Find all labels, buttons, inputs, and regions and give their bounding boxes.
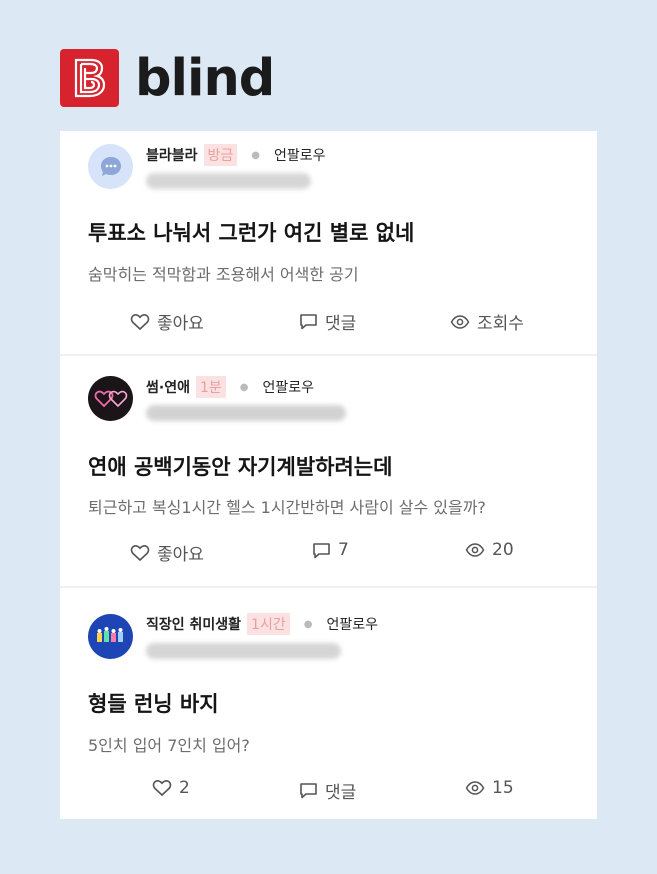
- post-item[interactable]: 썸·연애 1분 ● 언팔로우 연애 공백기동안 자기계발하려는데 퇴근하고 복싱…: [60, 356, 597, 586]
- channel-name[interactable]: 썸·연애: [146, 377, 190, 397]
- post-body[interactable]: 5인치 입어 7인치 입어?: [88, 732, 250, 756]
- views-label: 조회수: [477, 314, 524, 334]
- like-button[interactable]: 좋아요: [130, 309, 204, 334]
- blurred-author: [146, 643, 341, 659]
- channel-name[interactable]: 블라블라: [146, 145, 198, 165]
- comment-icon: [300, 314, 317, 330]
- comment-button[interactable]: 7: [312, 540, 349, 560]
- like-button[interactable]: 좋아요: [130, 540, 204, 565]
- hobby-figures-icon: [88, 614, 133, 659]
- views-label: 20: [492, 540, 514, 560]
- comment-button[interactable]: 댓글: [299, 778, 356, 803]
- unfollow-button[interactable]: 언팔로우: [326, 614, 378, 634]
- heart-icon: [130, 544, 150, 561]
- post-time: 1분: [195, 376, 226, 398]
- comment-icon: [300, 783, 317, 799]
- like-label: 좋아요: [157, 545, 204, 565]
- blind-logo-icon: [60, 49, 119, 107]
- feed-card: 블라블라 방금 ● 언팔로우 투표소 나눠서 그런가 여긴 별로 없네 숨막히는…: [60, 131, 597, 819]
- post-meta: 직장인 취미생활 1시간 ● 언팔로우: [146, 613, 378, 635]
- like-count: 2: [179, 778, 190, 798]
- blurred-author: [146, 405, 346, 421]
- separator-dot: ●: [303, 618, 313, 630]
- post-meta: 블라블라 방금 ● 언팔로우: [146, 144, 326, 166]
- heart-icon: [130, 313, 150, 330]
- post-item[interactable]: 블라블라 방금 ● 언팔로우 투표소 나눠서 그런가 여긴 별로 없네 숨막히는…: [60, 131, 597, 354]
- views-count: 15: [465, 778, 514, 798]
- app-name: blind: [135, 48, 275, 108]
- eye-icon: [465, 543, 485, 557]
- post-title[interactable]: 투표소 나눠서 그런가 여긴 별로 없네: [88, 217, 414, 247]
- comment-label: 댓글: [325, 783, 357, 803]
- channel-name[interactable]: 직장인 취미생활: [146, 614, 241, 634]
- like-button[interactable]: 2: [152, 778, 190, 798]
- post-title[interactable]: 형들 런닝 바지: [88, 688, 219, 718]
- post-body[interactable]: 숨막히는 적막함과 조용해서 어색한 공기: [88, 261, 359, 285]
- views-count: 조회수: [450, 309, 524, 334]
- brand-header: blind: [60, 48, 275, 108]
- post-item[interactable]: 직장인 취미생활 1시간 ● 언팔로우 형들 런닝 바지 5인치 입어 7인치 …: [60, 588, 597, 819]
- eye-icon: [450, 314, 470, 329]
- views-label: 15: [492, 778, 514, 798]
- post-title[interactable]: 연애 공백기동안 자기계발하려는데: [88, 451, 392, 481]
- unfollow-button[interactable]: 언팔로우: [274, 145, 326, 165]
- comment-count: 댓글: [325, 314, 357, 334]
- post-time: 1시간: [247, 613, 290, 635]
- views-count: 20: [465, 540, 514, 560]
- chat-bubble-icon: [88, 144, 133, 189]
- blurred-author: [146, 173, 311, 189]
- eye-icon: [465, 781, 485, 795]
- post-meta: 썸·연애 1분 ● 언팔로우: [146, 376, 314, 398]
- heart-icon: [152, 780, 172, 797]
- comment-button[interactable]: 댓글: [299, 309, 356, 334]
- separator-dot: ●: [251, 149, 261, 161]
- separator-dot: ●: [239, 381, 249, 393]
- post-body[interactable]: 퇴근하고 복싱1시간 헬스 1시간반하면 사람이 살수 있을까?: [88, 494, 486, 518]
- comment-count: 7: [338, 540, 349, 560]
- neon-hearts-icon: [88, 376, 133, 421]
- post-time: 방금: [203, 144, 238, 166]
- unfollow-button[interactable]: 언팔로우: [263, 377, 315, 397]
- like-label: 좋아요: [157, 314, 204, 334]
- comment-icon: [313, 542, 330, 558]
